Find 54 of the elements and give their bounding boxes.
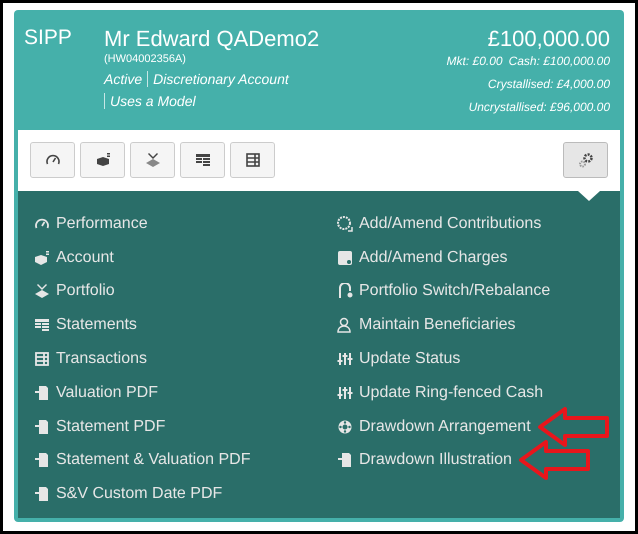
settings-icon [578, 152, 594, 168]
square-icon [337, 250, 353, 266]
menu-link[interactable]: Statements [34, 316, 137, 334]
clock-icon [337, 216, 353, 232]
menu-link[interactable]: Portfolio Switch/Rebalance [337, 282, 550, 300]
switch-icon [337, 283, 353, 300]
person-icon [337, 317, 353, 334]
menu-link[interactable]: Account [34, 248, 114, 267]
menu-link[interactable]: Valuation PDF [34, 384, 158, 402]
menu-link[interactable]: Statement PDF [34, 418, 166, 436]
wheel-icon [337, 418, 353, 435]
menu-link[interactable]: Update Status [337, 350, 460, 368]
ledger-icon [34, 351, 50, 368]
menu-link[interactable]: Drawdown Illustration [337, 451, 512, 470]
menu-link[interactable]: S&V Custom Date PDF [34, 485, 222, 504]
portfolio-icon [144, 152, 160, 168]
ledger-icon [244, 152, 260, 168]
status-tag: Discretionary Account [147, 71, 294, 87]
market-value: Mkt: £0.00 [446, 54, 503, 68]
document-icon [34, 452, 50, 468]
product-label: SIPP [24, 26, 73, 51]
settings-button[interactable] [563, 142, 608, 178]
uncrystallised-value: Uncrystallised: £96,000.00 [468, 100, 610, 114]
menu-link[interactable]: Performance [34, 214, 148, 233]
client-reference: (HW04002356A) [104, 53, 187, 65]
total-value: £100,000.00 [486, 26, 610, 52]
document-icon [337, 452, 353, 468]
toolbar-button[interactable] [80, 142, 125, 178]
document-icon [34, 384, 50, 401]
sliders-icon [337, 384, 353, 401]
toolbar-button[interactable] [180, 142, 225, 178]
crystallised-value: Crystallised: £4,000.00 [486, 77, 610, 91]
menu-link[interactable]: Portfolio [34, 282, 115, 300]
menu-link[interactable]: Maintain Beneficiaries [337, 316, 516, 334]
box-icon [94, 152, 110, 168]
table-icon [34, 317, 50, 334]
client-name: Mr Edward QADemo2 [104, 26, 320, 52]
document-icon [34, 486, 50, 502]
cash-value: Cash: £100,000.00 [508, 54, 610, 68]
status-tag: Active [104, 71, 148, 87]
toolbar-button[interactable] [230, 142, 275, 178]
status-tag: Uses a Model [104, 93, 201, 109]
document-icon [34, 418, 50, 435]
menu-link[interactable]: Add/Amend Charges [337, 248, 508, 267]
menu-link[interactable]: Drawdown Arrangement [337, 418, 531, 436]
menu-link[interactable]: Update Ring-fenced Cash [337, 384, 544, 402]
menu-link[interactable]: Add/Amend Contributions [337, 214, 542, 233]
box-icon [34, 250, 50, 266]
portfolio-icon [34, 283, 50, 300]
table-icon [194, 152, 210, 168]
toolbar-button[interactable] [30, 142, 75, 178]
menu-link[interactable]: Statement & Valuation PDF [34, 451, 250, 470]
sliders-icon [337, 351, 353, 368]
menu-link[interactable]: Transactions [34, 350, 147, 368]
